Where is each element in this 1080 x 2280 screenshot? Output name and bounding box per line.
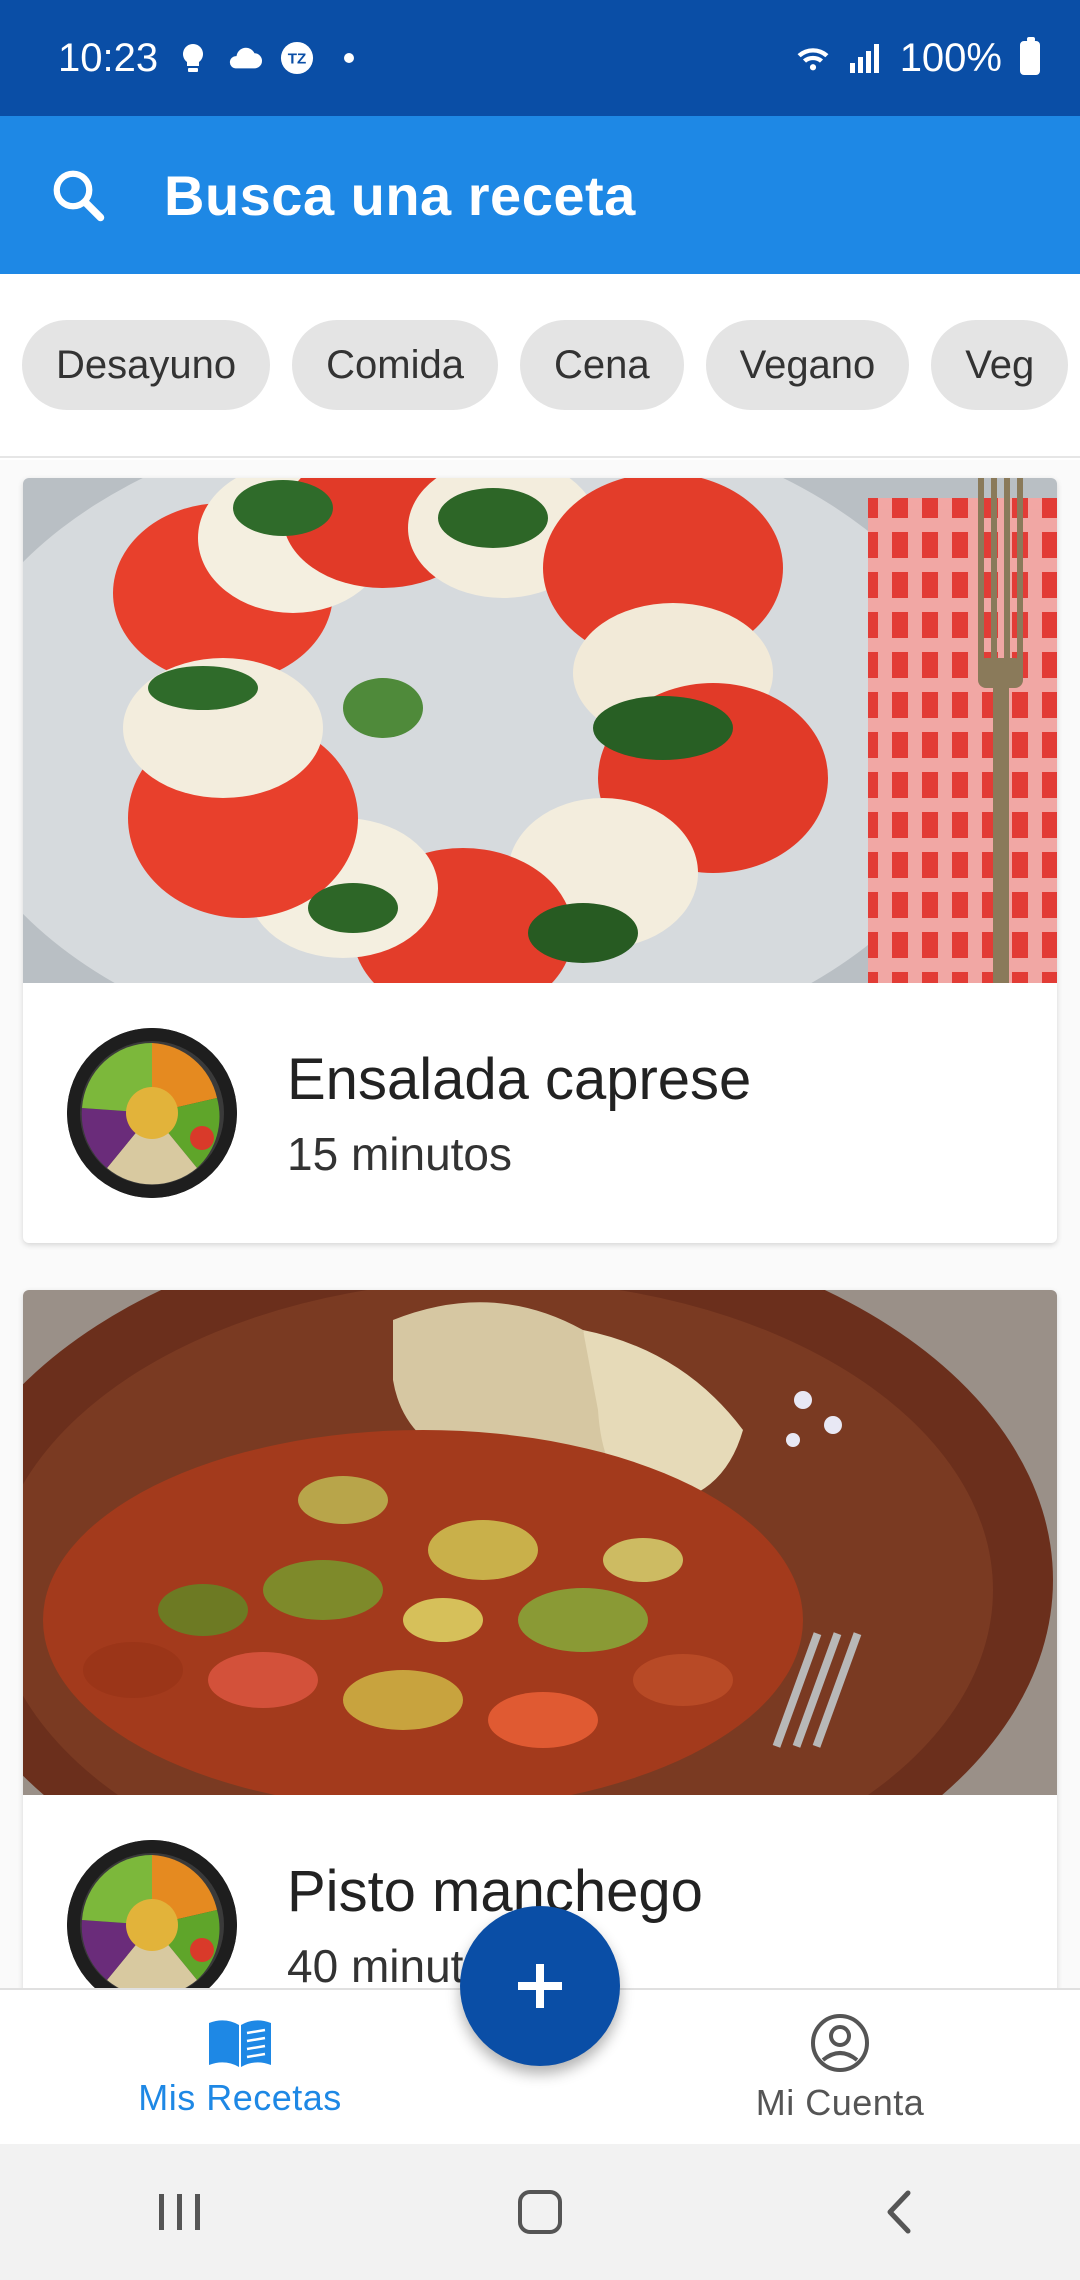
- dot-icon: [332, 41, 366, 75]
- home-icon: [518, 2190, 562, 2234]
- search-icon[interactable]: [48, 165, 108, 225]
- recipe-avatar: [67, 1028, 237, 1198]
- battery-percent: 100%: [899, 35, 1002, 80]
- status-right: 100%: [796, 36, 1040, 81]
- recipe-time: 15 minutos: [287, 1127, 513, 1180]
- chip-vegano[interactable]: Vegano: [705, 320, 910, 410]
- chip-vegetariano[interactable]: Veg: [931, 320, 1069, 410]
- bulb-icon: [176, 41, 210, 75]
- search-input[interactable]: Busca una receta: [164, 163, 636, 228]
- recipe-card[interactable]: Pisto manchego 40 minutos: [23, 1290, 1057, 1988]
- recipe-text: Ensalada caprese 15 minutos: [287, 1046, 751, 1181]
- battery-icon: [1020, 37, 1040, 75]
- recent-apps-button[interactable]: [140, 2172, 220, 2252]
- tz-app-icon: TZ: [280, 41, 314, 75]
- recipe-card[interactable]: Ensalada caprese 15 minutos: [23, 478, 1057, 1243]
- recipe-photo[interactable]: [23, 478, 1057, 983]
- recipe-photo[interactable]: [23, 1290, 1057, 1795]
- status-left: 10:23 TZ: [58, 36, 366, 81]
- add-recipe-button[interactable]: [460, 1906, 620, 2066]
- system-navigation: [0, 2144, 1080, 2280]
- nav-mis-recetas[interactable]: Mis Recetas: [120, 1990, 360, 2146]
- chip-desayuno[interactable]: Desayuno: [22, 320, 271, 410]
- status-time: 10:23: [58, 35, 159, 80]
- search-bar[interactable]: Busca una receta: [0, 116, 1080, 274]
- status-bar: 10:23 TZ 100%: [0, 0, 1080, 116]
- recipe-title[interactable]: Pisto manchego: [287, 1858, 703, 1925]
- cloud-icon: [228, 41, 263, 75]
- account-circle-icon: [811, 2014, 869, 2072]
- back-icon: [887, 2190, 911, 2234]
- recipe-avatar: [67, 1840, 237, 1988]
- home-button[interactable]: [500, 2172, 580, 2252]
- chip-comida[interactable]: Comida: [292, 320, 498, 410]
- category-chips[interactable]: Desayuno Comida Cena Vegano Veg: [0, 274, 1080, 458]
- book-icon: [209, 2020, 271, 2067]
- nav-mi-cuenta[interactable]: Mi Cuenta: [720, 1990, 960, 2146]
- nav-label-mis-recetas: Mis Recetas: [138, 2077, 342, 2118]
- recipe-title[interactable]: Ensalada caprese: [287, 1046, 751, 1113]
- chip-cena[interactable]: Cena: [519, 320, 684, 410]
- signal-icon: [848, 41, 882, 75]
- plus-icon: [518, 1964, 562, 2008]
- recent-apps-icon: [159, 2194, 200, 2230]
- recipe-list[interactable]: Ensalada caprese 15 minutos Pisto manche…: [0, 460, 1080, 1988]
- recipe-info: Ensalada caprese 15 minutos: [23, 983, 1057, 1243]
- nav-label-mi-cuenta: Mi Cuenta: [755, 2082, 925, 2123]
- svg-text:TZ: TZ: [288, 51, 306, 68]
- back-button[interactable]: [860, 2172, 940, 2252]
- wifi-icon: [796, 41, 830, 75]
